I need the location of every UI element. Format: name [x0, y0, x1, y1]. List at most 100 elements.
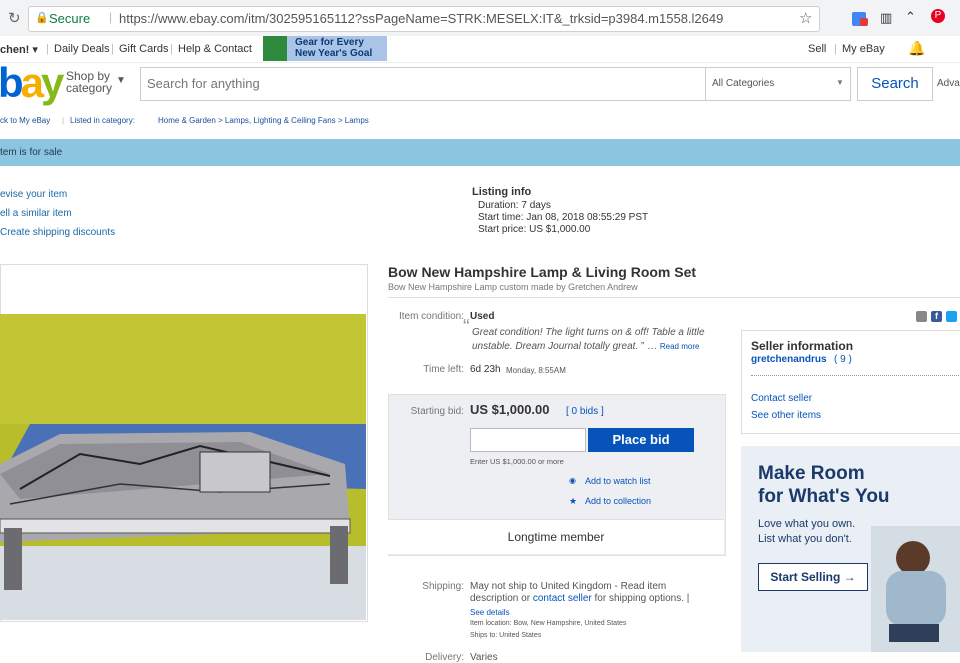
see-details-link[interactable]: See details — [470, 608, 510, 617]
ad-sub-line1: Love what you own. — [758, 518, 856, 530]
extension-badge-icon — [860, 18, 868, 26]
delivery-value: Varies — [470, 652, 498, 663]
eye-icon: ◉ — [569, 476, 576, 485]
notification-bell-icon[interactable]: 🔔 — [908, 40, 925, 57]
bid-amount-input[interactable] — [470, 428, 586, 452]
status-banner: tem is for sale — [0, 139, 960, 166]
listing-duration: Duration: 7 days — [478, 200, 551, 211]
search-input[interactable]: Search for anything — [140, 67, 708, 101]
gear-promo-image — [263, 36, 287, 61]
nav-divider: | — [170, 43, 173, 55]
daily-deals-link[interactable]: Daily Deals — [54, 43, 110, 55]
nav-divider: | — [111, 43, 114, 55]
shop-by-category[interactable]: Shop by category — [66, 70, 112, 94]
help-contact-link[interactable]: Help & Contact — [178, 43, 252, 55]
search-button[interactable]: Search — [857, 67, 933, 101]
gear-promo-line2: New Year's Goal — [295, 48, 373, 59]
sell-similar-link[interactable]: ell a similar item — [0, 208, 72, 219]
read-more-link[interactable]: Read more — [660, 342, 700, 351]
ships-to: Ships to: United States — [470, 632, 542, 639]
url-divider: | — [109, 10, 113, 24]
reader-icon[interactable]: ▥ — [880, 10, 892, 26]
category-select[interactable]: All Categories ▼ — [705, 67, 851, 101]
condition-value: Used — [470, 311, 495, 322]
seller-feedback-score[interactable]: ( 9 ) — [834, 354, 852, 365]
bids-count-link[interactable]: [ 0 bids ] — [566, 406, 604, 417]
crumb-divider: | — [62, 116, 65, 125]
bookmark-star-icon[interactable]: ☆ — [799, 9, 812, 27]
breadcrumb: ck to My eBay | Listed in category: Home… — [0, 112, 960, 130]
ad-sub-line2: List what you don't. — [758, 533, 852, 545]
ebay-logo[interactable]: bay — [0, 60, 64, 106]
extension-arrow-icon[interactable]: ⌃ — [905, 9, 916, 25]
seller-name-link[interactable]: gretchenandrus — [751, 354, 827, 365]
sell-link[interactable]: Sell — [808, 43, 826, 55]
nav-divider: | — [46, 43, 49, 55]
pinterest-icon[interactable]: P — [931, 9, 945, 23]
my-ebay-link[interactable]: My eBay — [842, 43, 885, 55]
secure-label: Secure — [49, 11, 91, 26]
painted-table-illustration — [0, 424, 366, 590]
item-title: Bow New Hampshire Lamp & Living Room Set — [388, 264, 697, 280]
listing-start-price: Start price: US $1,000.00 — [478, 224, 591, 235]
product-photo[interactable] — [0, 314, 366, 620]
url-text: https://www.ebay.com/itm/302595165112?ss… — [119, 11, 724, 26]
contact-seller-inline-link[interactable]: contact seller — [533, 593, 592, 604]
condition-label: Item condition: — [398, 311, 464, 322]
member-badge: Longtime member — [388, 519, 724, 554]
item-subtitle: Bow New Hampshire Lamp custom made by Gr… — [388, 282, 638, 292]
twitter-share-icon[interactable] — [946, 311, 957, 322]
seller-divider — [751, 375, 960, 376]
facebook-share-icon[interactable]: f — [931, 311, 942, 322]
add-collection-link[interactable]: Add to collection — [585, 496, 651, 506]
listing-info-heading: Listing info — [472, 186, 532, 198]
ad-headline-line1: Make Room — [758, 463, 865, 484]
ad-person-legs — [889, 624, 939, 642]
address-bar[interactable]: 🔒 Secure | https://www.ebay.com/itm/3025… — [28, 6, 820, 32]
condition-note: Great condition! The light turns on & of… — [472, 326, 722, 354]
collection-star-icon: ★ — [569, 496, 578, 506]
shipping-text-part2: for shipping options. | — [594, 593, 690, 604]
status-text: tem is for sale — [0, 147, 63, 158]
starting-bid-label: Starting bid: — [410, 406, 464, 417]
email-share-icon[interactable] — [916, 311, 927, 322]
seller-info-box: Seller information gretchenandrus ( 9 ) … — [741, 330, 960, 434]
shipping-label: Shipping: — [422, 581, 464, 592]
bid-hint: Enter US $1,000.00 or more — [470, 457, 564, 466]
back-to-my-ebay-link[interactable]: ck to My eBay — [0, 116, 50, 125]
delivery-label: Delivery: — [425, 652, 464, 663]
advanced-search-link[interactable]: Advan — [937, 78, 960, 89]
gift-cards-link[interactable]: Gift Cards — [119, 43, 169, 55]
listing-start-time: Start time: Jan 08, 2018 08:55:29 PST — [478, 212, 649, 223]
listing-info: Listing info Duration: 7 days Start time… — [472, 186, 648, 236]
chevron-down-icon: ▼ — [116, 75, 126, 86]
reload-icon[interactable]: ↻ — [8, 9, 21, 27]
ad-person-head — [896, 541, 930, 575]
watch-list-link[interactable]: Add to watch list — [585, 476, 651, 486]
ad-subtext: Love what you own. List what you don't. — [758, 517, 855, 547]
category-path-link[interactable]: Home & Garden > Lamps, Lighting & Ceilin… — [158, 116, 369, 125]
revise-item-link[interactable]: evise your item — [0, 189, 67, 200]
shipping-text: May not ship to United Kingdom - Read it… — [470, 581, 710, 605]
shipping-discounts-link[interactable]: Create shipping discounts — [0, 227, 115, 238]
place-bid-button[interactable]: Place bid — [588, 428, 694, 452]
ad-headline-line2: for What's You — [758, 486, 890, 507]
contact-seller-link[interactable]: Contact seller — [751, 393, 812, 404]
time-left-label: Time left: — [423, 364, 464, 375]
start-selling-button[interactable]: Start Selling → — [758, 563, 868, 591]
ad-person-body — [886, 571, 946, 626]
ad-headline: Make Room for What's You — [758, 462, 890, 508]
item-location: Item location: Bow, New Hampshire, Unite… — [470, 620, 627, 627]
close-quote-icon: ” … — [640, 341, 658, 352]
listed-in-label: Listed in category: — [70, 116, 135, 125]
browser-toolbar: ↻ 🔒 Secure | https://www.ebay.com/itm/30… — [0, 0, 960, 37]
search-placeholder: Search for anything — [147, 76, 260, 91]
user-greeting[interactable]: chen! ▾ — [0, 43, 38, 56]
see-other-items-link[interactable]: See other items — [751, 410, 821, 421]
title-divider — [388, 297, 960, 298]
nav-divider: | — [834, 43, 837, 55]
category-value: All Categories — [712, 78, 775, 89]
start-selling-ad[interactable]: Make Room for What's You Love what you o… — [741, 446, 960, 652]
gear-promo-line1: Gear for Every — [295, 37, 364, 48]
gear-promo-banner[interactable]: Gear for Every New Year's Goal — [263, 36, 387, 61]
